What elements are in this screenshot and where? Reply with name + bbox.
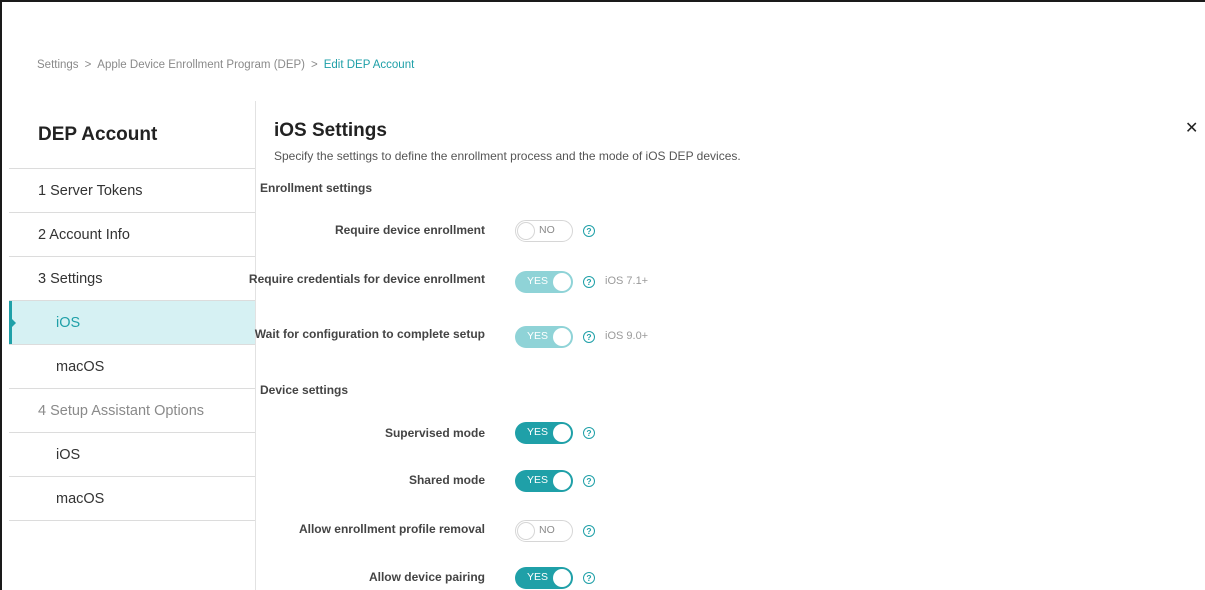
active-indicator: [9, 301, 16, 344]
require-device-enrollment-label: Require device enrollment: [334, 223, 485, 237]
supervised-mode-toggle[interactable]: YES: [515, 422, 573, 444]
supervised-mode-row: Supervised mode YES ?: [259, 422, 1159, 462]
help-icon[interactable]: ?: [583, 572, 595, 584]
shared-mode-toggle[interactable]: YES: [515, 470, 573, 492]
help-icon[interactable]: ?: [583, 525, 595, 537]
allow-enrollment-profile-removal-toggle[interactable]: NO: [515, 520, 573, 542]
help-icon[interactable]: ?: [583, 225, 595, 237]
help-icon[interactable]: ?: [583, 427, 595, 439]
require-credentials-label: Require credentials for device enrollmen…: [248, 272, 485, 286]
shared-mode-row: Shared mode YES ?: [259, 470, 1159, 510]
breadcrumb-separator: >: [311, 59, 318, 71]
sidebar-item-label: iOS: [56, 314, 81, 331]
sidebar-title: DEP Account: [9, 101, 255, 169]
shared-mode-label: Shared mode: [408, 473, 485, 487]
require-credentials-row: Require credentials for device enrollmen…: [249, 270, 1159, 310]
wait-for-configuration-label: Wait for configuration to complete setup: [254, 327, 485, 341]
sidebar: DEP Account 1 Server Tokens 2 Account In…: [9, 101, 256, 590]
ios-version-note: iOS 7.1+: [605, 275, 649, 287]
allow-enrollment-profile-removal-row: Allow enrollment profile removal NO ?: [259, 519, 1159, 559]
toggle-knob: [553, 424, 571, 442]
help-icon[interactable]: ?: [583, 475, 595, 487]
toggle-state: YES: [527, 571, 549, 583]
wait-for-configuration-row: Wait for configuration to complete setup…: [255, 325, 1159, 365]
wait-for-configuration-toggle[interactable]: YES: [515, 326, 573, 348]
require-device-enrollment-row: Require device enrollment NO ?: [259, 219, 1159, 259]
allow-device-pairing-row: Allow device pairing YES ?: [259, 566, 1159, 590]
close-icon[interactable]: ✕: [1185, 121, 1198, 137]
ios-version-note: iOS 9.0+: [605, 330, 649, 342]
sidebar-item-settings-ios[interactable]: iOS: [9, 301, 255, 345]
sidebar-item-settings-macos[interactable]: macOS: [9, 345, 255, 389]
toggle-knob: [553, 328, 571, 346]
toggle-knob: [553, 569, 571, 587]
toggle-knob: [553, 273, 571, 291]
help-icon[interactable]: ?: [583, 331, 595, 343]
supervised-mode-label: Supervised mode: [384, 426, 485, 440]
sidebar-item-setup-macos[interactable]: macOS: [9, 477, 255, 521]
help-icon[interactable]: ?: [583, 276, 595, 288]
toggle-state: NO: [539, 224, 555, 236]
window-left-border: [0, 0, 2, 590]
toggle-state: YES: [527, 330, 549, 342]
toggle-state: YES: [527, 426, 549, 438]
window-top-border: [0, 0, 1205, 2]
toggle-knob: [517, 522, 535, 540]
enrollment-settings-heading: Enrollment settings: [260, 181, 373, 195]
sidebar-item-setup-ios[interactable]: iOS: [9, 433, 255, 477]
toggle-state: YES: [527, 275, 549, 287]
breadcrumb-dep-link[interactable]: Apple Device Enrollment Program (DEP): [97, 59, 305, 71]
require-credentials-toggle[interactable]: YES: [515, 271, 573, 293]
allow-enrollment-profile-removal-label: Allow enrollment profile removal: [298, 522, 485, 536]
toggle-state: YES: [527, 474, 549, 486]
sidebar-item-settings[interactable]: 3 Settings: [9, 257, 255, 301]
page-title: iOS Settings: [274, 120, 387, 141]
sidebar-item-server-tokens[interactable]: 1 Server Tokens: [9, 169, 255, 213]
toggle-knob: [553, 472, 571, 490]
sidebar-item-setup-assistant-options[interactable]: 4 Setup Assistant Options: [9, 389, 255, 433]
device-settings-heading: Device settings: [260, 383, 349, 397]
allow-device-pairing-label: Allow device pairing: [368, 570, 485, 584]
breadcrumb: Settings > Apple Device Enrollment Progr…: [37, 59, 414, 71]
require-device-enrollment-toggle[interactable]: NO: [515, 220, 573, 242]
sidebar-item-account-info[interactable]: 2 Account Info: [9, 213, 255, 257]
breadcrumb-current[interactable]: Edit DEP Account: [324, 59, 415, 71]
toggle-state: NO: [539, 524, 555, 536]
page-description: Specify the settings to define the enrol…: [274, 149, 741, 163]
breadcrumb-settings-link[interactable]: Settings: [37, 59, 79, 71]
allow-device-pairing-toggle[interactable]: YES: [515, 567, 573, 589]
breadcrumb-separator: >: [84, 59, 92, 71]
toggle-knob: [517, 222, 535, 240]
